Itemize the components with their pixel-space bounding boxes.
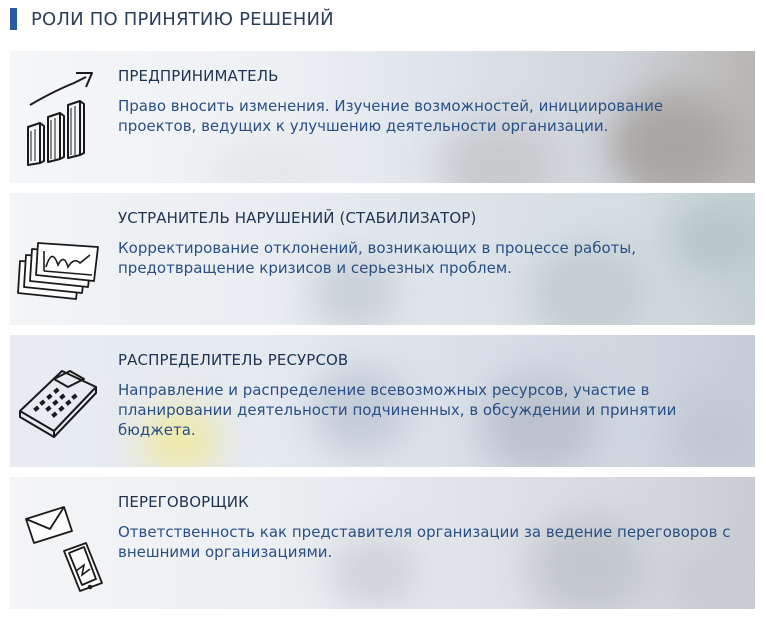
line-chart-stack-icon — [14, 207, 109, 311]
role-title: ПЕРЕГОВОРЩИК — [118, 493, 249, 511]
role-card-entrepreneur: ПРЕДПРИНИМАТЕЛЬ Право вносить изменения.… — [10, 51, 755, 183]
role-description: Направление и распределение всевозможных… — [118, 381, 677, 439]
section-header: РОЛИ ПО ПРИНЯТИЮ РЕШЕНИЙ — [10, 8, 334, 30]
role-description: Ответственность как представителя органи… — [118, 523, 731, 561]
page-title: РОЛИ ПО ПРИНЯТИЮ РЕШЕНИЙ — [31, 8, 334, 30]
envelope-phone-icon — [14, 491, 109, 595]
page: РОЛИ ПО ПРИНЯТИЮ РЕШЕНИЙ ПРЕДПРИНИМАТЕЛЬ… — [0, 0, 766, 618]
calculator-icon — [14, 349, 109, 453]
header-accent-bar — [10, 8, 17, 30]
role-card-negotiator: ПЕРЕГОВОРЩИК Ответственность как предста… — [10, 477, 755, 609]
role-description: Право вносить изменения. Изучение возмож… — [118, 97, 664, 135]
role-title: РАСПРЕДЕЛИТЕЛЬ РЕСУРСОВ — [118, 351, 349, 369]
role-title: ПРЕДПРИНИМАТЕЛЬ — [118, 67, 279, 85]
role-card-resource-allocator: РАСПРЕДЕЛИТЕЛЬ РЕСУРСОВ Направление и ра… — [10, 335, 755, 467]
role-title: УСТРАНИТЕЛЬ НАРУШЕНИЙ (СТАБИЛИЗАТОР) — [118, 209, 477, 227]
role-card-stabilizer: УСТРАНИТЕЛЬ НАРУШЕНИЙ (СТАБИЛИЗАТОР) Кор… — [10, 193, 755, 325]
role-description: Корректирование отклонений, возникающих … — [118, 239, 637, 277]
growth-chart-icon — [14, 65, 109, 169]
